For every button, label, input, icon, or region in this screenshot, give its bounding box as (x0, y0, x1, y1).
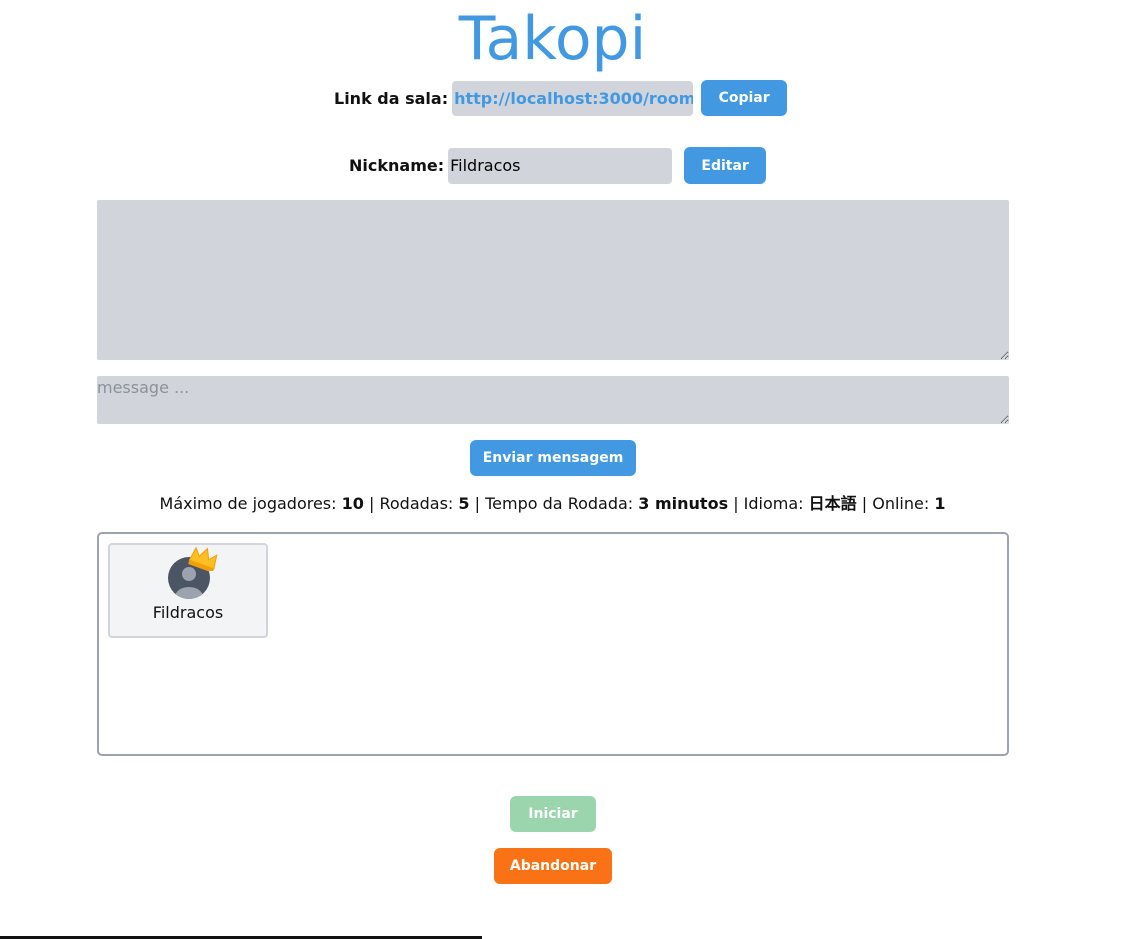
max-players-value: 10 (341, 494, 364, 513)
nickname-row: Nickname: Editar (349, 147, 767, 184)
max-players-label: Máximo de jogadores: (159, 494, 337, 513)
separator: | (368, 494, 375, 513)
send-message-button[interactable]: Enviar mensagem (470, 440, 636, 476)
language-label: Idioma: (743, 494, 804, 513)
copy-link-button[interactable]: Copiar (701, 80, 788, 116)
chat-log[interactable] (97, 200, 1009, 360)
room-link-row: Link da sala: http://localhost:3000/room… (334, 80, 788, 116)
app-title: Takopi (458, 4, 647, 74)
edit-nickname-button[interactable]: Editar (684, 147, 767, 184)
start-game-button[interactable]: Iniciar (510, 796, 596, 832)
player-card: Fildracos (108, 543, 268, 638)
online-value: 1 (934, 494, 946, 513)
players-list: Fildracos (97, 532, 1009, 756)
separator: | (733, 494, 739, 513)
room-link-label: Link da sala: (334, 88, 449, 108)
rounds-value: 5 (458, 494, 470, 513)
nickname-label: Nickname: (349, 156, 445, 175)
nickname-input[interactable] (448, 147, 673, 184)
online-label: Online: (872, 494, 930, 513)
language-value: 日本語 (808, 494, 857, 513)
room-settings-summary: Máximo de jogadores: 10 | Rodadas: 5 | T… (0, 492, 1105, 516)
round-time-value: 3 minutos (638, 494, 729, 513)
player-name: Fildracos (152, 603, 224, 622)
round-time-label: Tempo da Rodada: (485, 494, 634, 513)
crown-icon (188, 546, 218, 571)
separator: | (861, 494, 868, 513)
rounds-label: Rodadas: (379, 494, 454, 513)
room-link-field[interactable]: http://localhost:3000/room/b6 (452, 80, 694, 116)
leave-room-button[interactable]: Abandonar (494, 848, 612, 884)
message-input[interactable] (97, 376, 1009, 424)
separator: | (474, 494, 481, 513)
